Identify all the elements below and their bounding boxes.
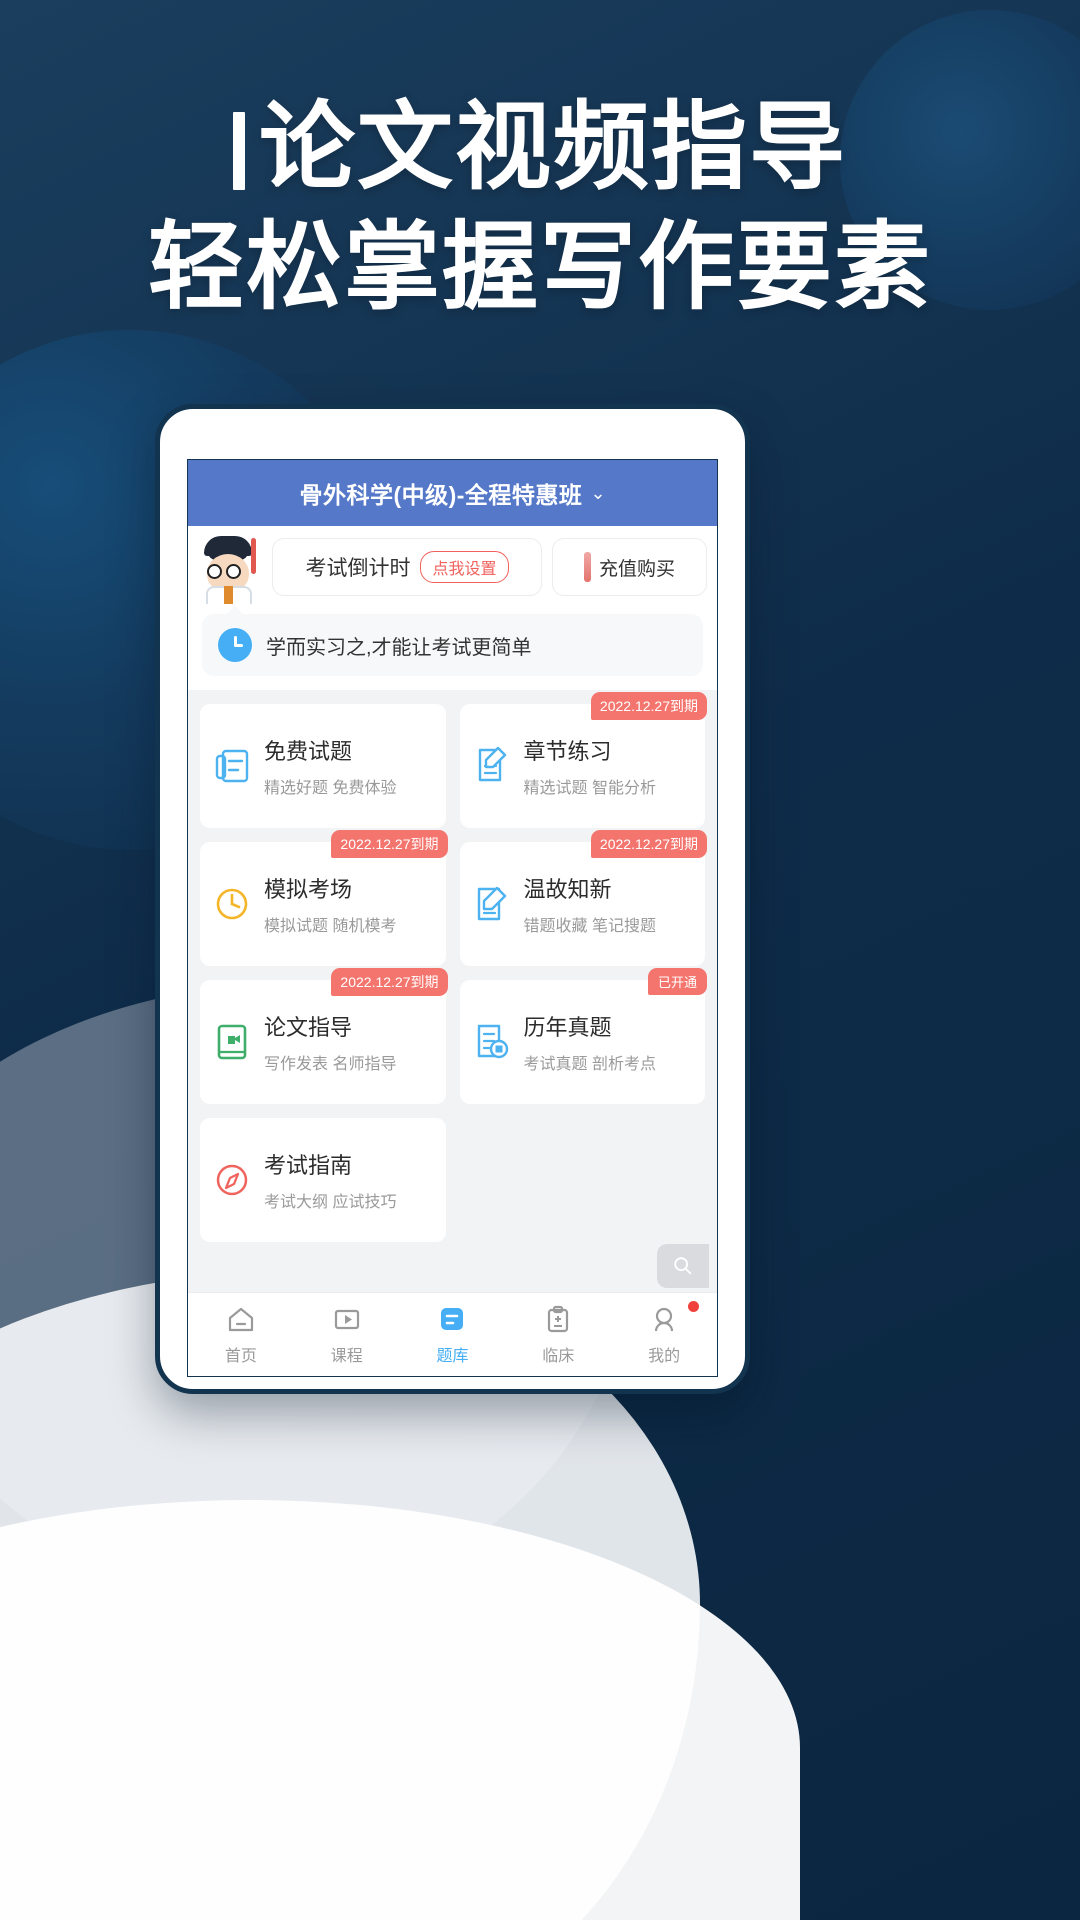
card-texts: 章节练习 精选试题 智能分析 — [524, 734, 656, 798]
chevron-down-icon[interactable]: ⌄ — [590, 483, 605, 504]
feature-card-exam-guide[interactable]: 考试指南 考试大纲 应试技巧 — [200, 1118, 446, 1242]
promo-headline-line-2: 轻松掌握写作要素 — [148, 210, 932, 323]
avatar-eye-right — [226, 564, 241, 579]
promo-headline: 论文视频指导 轻松掌握写作要素 — [0, 95, 1080, 323]
app-screen: 骨外科学(中级)-全程特惠班 ⌄ 考试倒计时 点我设置 充值购买 学而实习之,才… — [187, 459, 718, 1377]
edit-note-icon — [472, 744, 512, 788]
card-title: 历年真题 — [523, 1015, 612, 1040]
floating-search-button[interactable] — [657, 1244, 709, 1288]
question-bank-icon — [436, 1303, 468, 1335]
tab-label: 首页 — [224, 1348, 257, 1365]
clipboard-icon — [542, 1303, 574, 1335]
feature-card-thesis-guidance[interactable]: 2022.12.27到期 论文指导 写作发表 名师指导 — [200, 968, 448, 1104]
card-subtitle: 错题收藏 笔记搜题 — [523, 918, 656, 935]
tip-container: 学而实习之,才能让考试更简单 — [188, 606, 717, 690]
search-icon — [674, 1257, 692, 1275]
bottom-tab-bar: 首页 课程 题库 临床 我的 — [188, 1292, 717, 1376]
promo-headline-line-1: 论文视频指导 — [0, 95, 1080, 200]
card-title: 温故知新 — [523, 877, 612, 902]
notification-dot — [687, 1301, 699, 1312]
card-title: 章节练习 — [523, 739, 612, 764]
graduation-cap-icon — [204, 536, 252, 560]
graduate-avatar — [196, 534, 262, 604]
tab-courses[interactable]: 课程 — [294, 1303, 400, 1366]
document-icon — [212, 744, 252, 788]
activated-badge: 已开通 — [647, 968, 707, 995]
compass-icon — [212, 1158, 252, 1202]
recharge-buy-button[interactable]: 充值购买 — [552, 538, 707, 596]
card-title: 免费试题 — [264, 739, 353, 764]
cap-tassel — [251, 538, 256, 574]
feature-card-past-papers[interactable]: 已开通 历年真题 考试真题 剖析考点 — [459, 968, 707, 1104]
card-texts: 历年真题 考试真题 剖析考点 — [524, 1010, 656, 1074]
video-book-icon — [212, 1020, 252, 1064]
study-tip-bar[interactable]: 学而实习之,才能让考试更简单 — [202, 606, 703, 676]
tab-label: 临床 — [542, 1348, 575, 1365]
card-texts: 论文指导 写作发表 名师指导 — [264, 1010, 396, 1074]
card-subtitle: 模拟试题 随机模考 — [264, 918, 397, 935]
clock-icon — [212, 882, 252, 926]
card-subtitle: 考试真题 剖析考点 — [523, 1056, 656, 1073]
course-title: 骨外科学(中级)-全程特惠班 — [299, 482, 583, 508]
card-subtitle: 写作发表 名师指导 — [264, 1056, 397, 1073]
play-icon — [331, 1303, 363, 1335]
clock-icon — [218, 628, 252, 662]
card-title: 模拟考场 — [264, 877, 353, 902]
exam-countdown-label: 考试倒计时 — [305, 557, 411, 580]
expiry-badge: 2022.12.27到期 — [331, 968, 448, 996]
promo-headline-line-1-text: 论文视频指导 — [259, 91, 847, 203]
feature-card-chapter-practice[interactable]: 2022.12.27到期 章节练习 精选试题 智能分析 — [459, 692, 707, 828]
feature-card-mock-exam[interactable]: 2022.12.27到期 模拟考场 模拟试题 随机模考 — [200, 830, 448, 966]
tab-label: 题库 — [436, 1348, 469, 1365]
card-texts: 免费试题 精选好题 免费体验 — [264, 734, 396, 798]
card-subtitle: 考试大纲 应试技巧 — [264, 1194, 397, 1211]
tab-profile[interactable]: 我的 — [611, 1301, 717, 1366]
recharge-buy-label: 充值购买 — [598, 558, 675, 580]
card-subtitle: 精选好题 免费体验 — [264, 780, 397, 797]
tab-label: 我的 — [648, 1348, 681, 1365]
ticket-icon — [583, 552, 591, 582]
expiry-badge: 2022.12.27到期 — [331, 830, 448, 858]
avatar-eye-left — [207, 564, 222, 579]
avatar-tie — [224, 586, 233, 604]
card-title: 考试指南 — [264, 1153, 353, 1178]
feature-card-review[interactable]: 2022.12.27到期 温故知新 错题收藏 笔记搜题 — [459, 830, 707, 966]
feature-card-free-questions[interactable]: 免费试题 精选好题 免费体验 — [200, 704, 446, 828]
tab-clinical[interactable]: 临床 — [505, 1303, 611, 1366]
tab-home[interactable]: 首页 — [188, 1303, 294, 1366]
card-title: 论文指导 — [264, 1015, 353, 1040]
headline-bar-marker — [233, 112, 245, 190]
card-subtitle: 精选试题 智能分析 — [523, 780, 656, 797]
expiry-badge: 2022.12.27到期 — [590, 692, 707, 720]
home-icon — [225, 1303, 257, 1335]
tab-label: 课程 — [330, 1348, 363, 1365]
app-header[interactable]: 骨外科学(中级)-全程特惠班 ⌄ — [188, 460, 717, 526]
tab-question-bank[interactable]: 题库 — [400, 1303, 506, 1366]
user-icon — [648, 1303, 680, 1335]
exam-countdown-button[interactable]: 考试倒计时 点我设置 — [272, 538, 542, 596]
countdown-row: 考试倒计时 点我设置 充值购买 — [188, 526, 717, 610]
real-exam-icon — [472, 1020, 512, 1064]
card-texts: 模拟考场 模拟试题 随机模考 — [264, 872, 396, 936]
study-tip-text: 学而实习之,才能让考试更简单 — [266, 636, 532, 659]
set-countdown-badge[interactable]: 点我设置 — [420, 551, 509, 583]
card-texts: 考试指南 考试大纲 应试技巧 — [264, 1148, 396, 1212]
phone-mockup: 骨外科学(中级)-全程特惠班 ⌄ 考试倒计时 点我设置 充值购买 学而实习之,才… — [155, 404, 750, 1394]
expiry-badge: 2022.12.27到期 — [590, 830, 707, 858]
feature-card-grid: 免费试题 精选好题 免费体验 2022.12.27到期 章节练习 精选试题 智能… — [188, 690, 717, 1292]
pencil-note-icon — [472, 882, 512, 926]
card-texts: 温故知新 错题收藏 笔记搜题 — [524, 872, 656, 936]
